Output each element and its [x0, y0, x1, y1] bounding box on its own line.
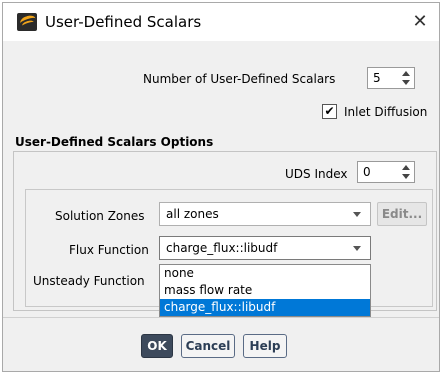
user-defined-scalars-dialog: User-Defined Scalars ✕ Number of User-De… [2, 2, 440, 372]
num-scalars-value: 5 [373, 71, 381, 85]
dropdown-option-mass-flow-rate[interactable]: mass flow rate [160, 282, 370, 299]
uds-index-value: 0 [363, 165, 371, 179]
cancel-button[interactable]: Cancel [181, 334, 235, 358]
solution-zones-label: Solution Zones [55, 209, 145, 223]
options-section-title: User-Defined Scalars Options [15, 135, 214, 149]
help-button[interactable]: Help [243, 334, 287, 358]
spinner-arrows-icon[interactable] [399, 68, 413, 88]
num-scalars-spinner[interactable]: 5 [367, 67, 415, 89]
edit-button[interactable]: Edit... [377, 202, 427, 226]
chevron-down-icon [353, 246, 361, 251]
footer-divider [3, 317, 439, 318]
solution-zones-select[interactable]: all zones [159, 202, 371, 226]
fluent-app-icon [17, 13, 37, 31]
title-bar: User-Defined Scalars ✕ [3, 3, 439, 41]
flux-function-dropdown: none mass flow rate charge_flux::libudf [159, 264, 371, 317]
spinner-arrows-icon[interactable] [399, 162, 413, 182]
window-title: User-Defined Scalars [45, 13, 202, 31]
flux-function-label: Flux Function [69, 243, 149, 257]
chevron-down-icon [353, 212, 361, 217]
uds-index-spinner[interactable]: 0 [357, 161, 415, 183]
flux-function-select[interactable]: charge_flux::libudf [159, 236, 371, 260]
num-scalars-label: Number of User-Defined Scalars [143, 72, 336, 86]
flux-function-value: charge_flux::libudf [166, 241, 278, 255]
uds-index-label: UDS Index [285, 167, 348, 181]
dropdown-option-charge-flux[interactable]: charge_flux::libudf [160, 299, 370, 316]
unsteady-function-label: Unsteady Function [33, 274, 145, 288]
ok-button[interactable]: OK [141, 334, 173, 358]
inlet-diffusion-label: Inlet Diffusion [344, 105, 428, 119]
close-icon[interactable]: ✕ [407, 9, 433, 35]
inlet-diffusion-checkbox[interactable]: ✔ [322, 104, 337, 119]
solution-zones-value: all zones [166, 207, 219, 221]
dropdown-option-none[interactable]: none [160, 265, 370, 282]
